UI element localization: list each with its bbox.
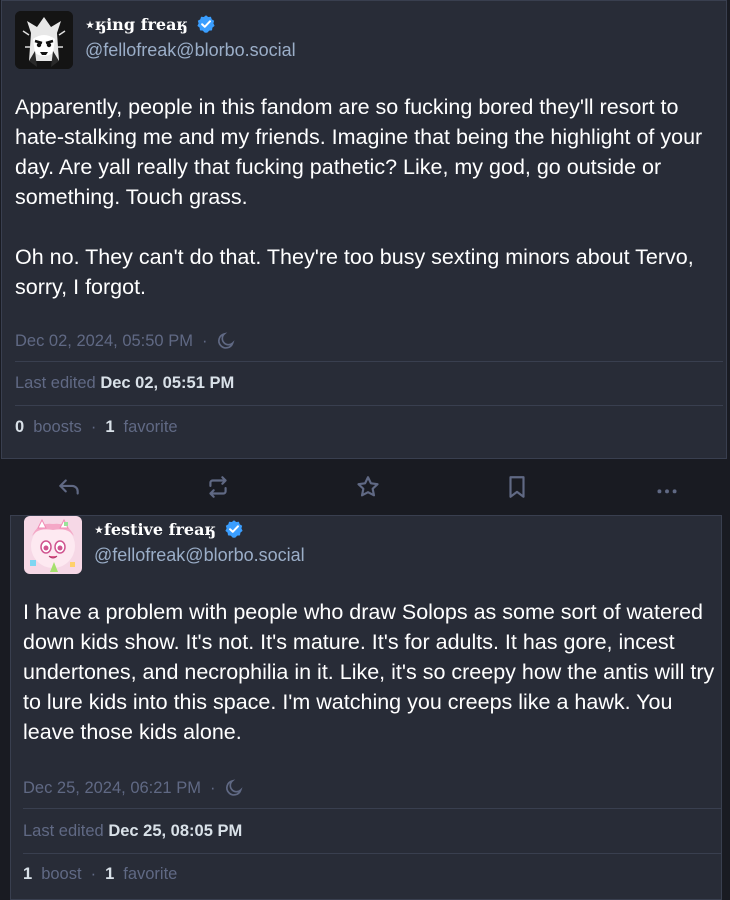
separator: · xyxy=(209,778,216,797)
post-meta: Dec 02, 2024, 05:50 PM · xyxy=(15,331,236,351)
last-edited: Last edited Dec 02, 05:51 PM xyxy=(15,374,234,393)
post-content: Apparently, people in this fandom are so… xyxy=(15,92,727,302)
display-name[interactable]: ⋆ӄing freaӄ xyxy=(85,12,296,36)
verified-check-icon xyxy=(224,520,243,538)
favorites-link[interactable]: 1 favorite xyxy=(105,865,177,884)
boosts-label: boosts xyxy=(33,418,82,436)
post-card-2: ⋆festive freaӄ @fellofreak@blorbo.social… xyxy=(10,515,722,900)
boosts-link[interactable]: 0 boosts xyxy=(15,418,82,437)
boosts-count: 1 xyxy=(23,865,33,883)
display-name-text: ⋆festive freaӄ xyxy=(94,519,216,539)
post-paragraph: I have a problem with people who draw So… xyxy=(23,600,715,744)
display-name[interactable]: ⋆festive freaӄ xyxy=(94,517,305,541)
post-counts: 0 boosts · 1 favorite xyxy=(15,418,178,437)
separator: · xyxy=(90,865,97,883)
post-counts: 1 boost · 1 favorite xyxy=(23,865,177,884)
verified-check-icon xyxy=(196,15,215,33)
reply-button[interactable] xyxy=(56,474,82,500)
post-paragraph: Apparently, people in this fandom are so… xyxy=(15,95,703,209)
post-timestamp[interactable]: Dec 25, 2024, 06:21 PM xyxy=(23,779,201,798)
avatar-image xyxy=(24,516,82,574)
post-card-1: ⋆ӄing freaӄ @fellofreak@blorbo.social Ap… xyxy=(1,0,727,459)
divider xyxy=(23,853,721,854)
reply-icon xyxy=(59,479,79,495)
boosts-count: 0 xyxy=(15,418,25,436)
boost-icon xyxy=(209,476,227,498)
post-header: ⋆ӄing freaӄ @fellofreak@blorbo.social xyxy=(15,11,296,69)
more-icon xyxy=(657,489,677,494)
star-icon xyxy=(357,476,379,497)
bookmark-icon xyxy=(509,476,525,498)
separator: · xyxy=(201,331,208,350)
account-handle[interactable]: @fellofreak@blorbo.social xyxy=(94,545,305,566)
boosts-link[interactable]: 1 boost xyxy=(23,865,82,884)
edited-label: Last edited xyxy=(23,822,109,840)
post-meta: Dec 25, 2024, 06:21 PM · xyxy=(23,778,244,798)
edited-time: Dec 02, 05:51 PM xyxy=(100,374,235,392)
favorites-count: 1 xyxy=(105,418,115,436)
last-edited: Last edited Dec 25, 08:05 PM xyxy=(23,822,242,841)
bookmark-button[interactable] xyxy=(504,474,530,500)
post-timestamp[interactable]: Dec 02, 2024, 05:50 PM xyxy=(15,332,193,351)
display-name-text: ⋆ӄing freaӄ xyxy=(85,14,188,34)
post-paragraph: Oh no. They can't do that. They're too b… xyxy=(15,245,694,299)
divider xyxy=(15,361,723,362)
favorites-label: favorite xyxy=(123,418,178,436)
favorite-button[interactable] xyxy=(355,474,381,500)
avatar[interactable] xyxy=(24,516,82,574)
moon-icon xyxy=(226,779,243,796)
boosts-label: boost xyxy=(41,865,82,883)
account-handle[interactable]: @fellofreak@blorbo.social xyxy=(85,40,296,61)
avatar[interactable] xyxy=(15,11,73,69)
favorites-label: favorite xyxy=(123,865,178,883)
favorites-count: 1 xyxy=(105,865,115,883)
more-button[interactable] xyxy=(654,474,680,500)
divider xyxy=(15,405,723,406)
edited-label: Last edited xyxy=(15,374,101,392)
favorites-link[interactable]: 1 favorite xyxy=(105,418,177,437)
moon-icon xyxy=(218,332,235,349)
post-header: ⋆festive freaӄ @fellofreak@blorbo.social xyxy=(24,516,305,574)
edited-time: Dec 25, 08:05 PM xyxy=(108,822,243,840)
post-content: I have a problem with people who draw So… xyxy=(23,597,723,747)
avatar-image xyxy=(15,11,73,69)
divider xyxy=(23,808,721,809)
separator: · xyxy=(90,418,97,436)
boost-button[interactable] xyxy=(205,474,231,500)
